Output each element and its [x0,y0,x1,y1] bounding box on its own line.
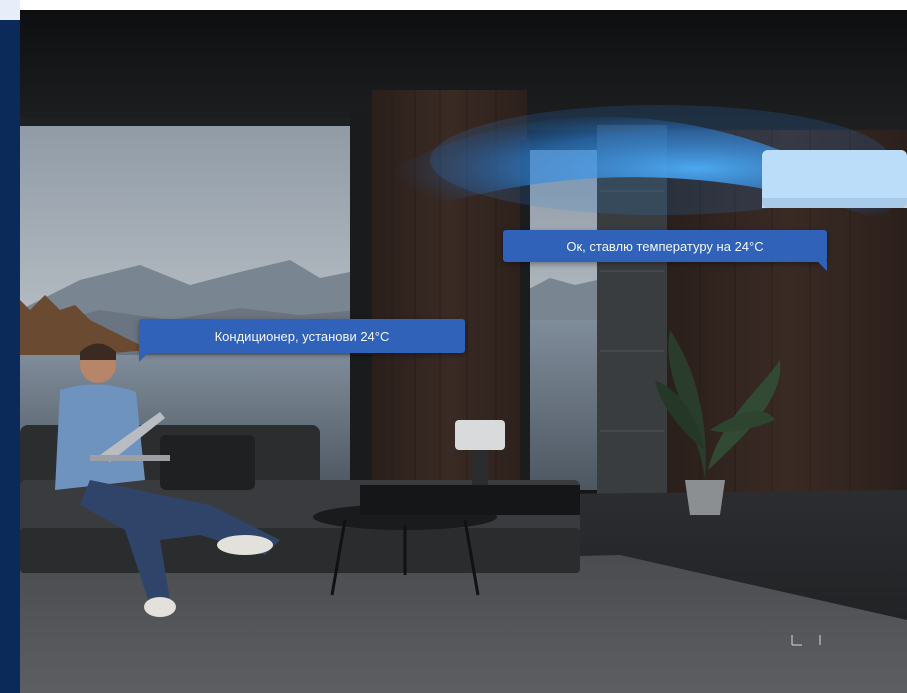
bubble-tail [139,352,149,362]
assistant-reply-text: Ок, ставлю температуру на 24°C [566,238,764,254]
assistant-reply-bubble: Ок, ставлю температуру на 24°C [503,230,827,271]
user-command-text: Кондиционер, установи 24°C [214,328,390,344]
side-strip-notch [0,0,20,20]
living-room-photo: Кондиционер, установи 24°C Ок, ставлю те… [20,10,907,693]
user-command-bubble: Кондиционер, установи 24°C [139,319,465,362]
page: Кондиционер, установи 24°C Ок, ставлю те… [0,0,907,693]
bubble-tail [817,261,827,271]
side-accent-strip [0,0,20,693]
air-conditioner-icon [762,150,907,208]
